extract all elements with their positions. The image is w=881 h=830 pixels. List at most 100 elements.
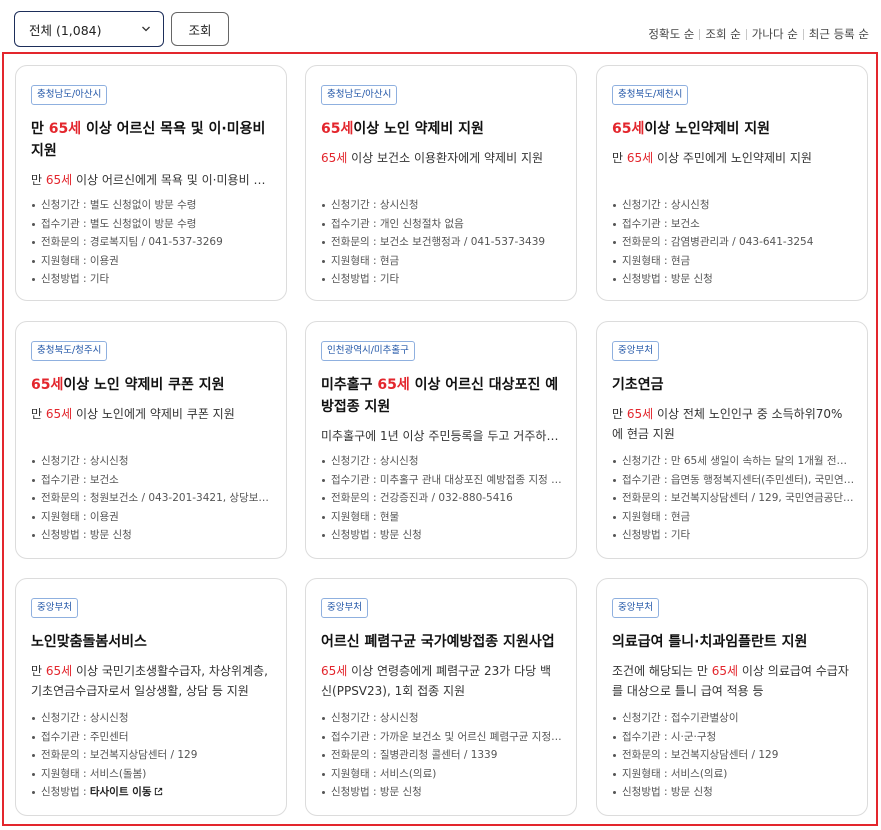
title-text: 이상 노인 약제비 쿠폰 지원 — [63, 377, 225, 393]
detail-label: 신청방법 — [41, 786, 80, 798]
detail-separator: : — [369, 767, 380, 780]
card-detail-list: 신청기간 : 별도 신청없이 방문 수령 접수기관 : 별도 신청없이 방문 수령… — [31, 196, 274, 289]
title-text: 이상 노인 약제비 지원 — [353, 121, 484, 137]
search-button[interactable]: 조회 — [171, 12, 229, 46]
detail-label: 접수기관 — [331, 730, 370, 743]
detail-value: 서비스(의료) — [379, 767, 437, 780]
detail-value: 현금 — [379, 254, 400, 267]
sort-divider — [802, 28, 804, 40]
card-detail-item: 전화문의 : 청원보건소 / 043-201-3421, 상당보건소 / 043… — [31, 489, 274, 508]
card-detail-item: 신청기간 : 상시신청 — [321, 709, 564, 728]
detail-value: 보건복지상담센터 / 129 — [670, 749, 779, 761]
title-text: 어르신 폐렴구균 국가예방접종 지원사업 — [321, 634, 555, 650]
age-highlight: 65세 — [48, 121, 82, 137]
desc-text: 이상 연령층에게 폐렴구균 23가 다당 백신(PPSV23), 1회 접종 지… — [321, 664, 552, 698]
detail-separator: : — [79, 473, 90, 486]
detail-separator: : — [369, 510, 380, 523]
benefit-card[interactable]: 충청남도/아산시 만 65세 이상 어르신 목욕 및 이·미용비 지원 만 65세 … — [15, 65, 287, 301]
card-detail-list: 신청기간 : 상시신청접수기관 : 가까운 보건소 및 어르신 폐렴구균 지정의… — [321, 709, 564, 802]
detail-value: 읍면동 행정복지센터(주민센터), 국민연금공단 — [670, 473, 855, 486]
card-detail-item: 지원형태 : 서비스(의료) — [321, 765, 564, 784]
age-highlight: 65세 — [45, 664, 73, 678]
card-detail-item: 접수기관 : 미추홀구 관내 대상포진 예방접종 지정 의료기관 — [321, 471, 564, 490]
detail-label: 지원형태 — [331, 510, 370, 523]
detail-separator: : — [369, 455, 380, 467]
detail-separator: : — [660, 749, 671, 761]
detail-separator: : — [660, 730, 671, 743]
card-detail-item: 신청기간 : 접수기관별상이 — [612, 709, 855, 728]
region-badge: 충청남도/아산시 — [31, 85, 108, 105]
category-select[interactable]: 전체 (1,084) — [14, 11, 164, 47]
sort-views[interactable]: 조회 순 — [705, 26, 740, 42]
detail-label: 신청기간 — [622, 199, 661, 211]
detail-separator: : — [369, 199, 380, 211]
card-detail-list: 신청기간 : 접수기관별상이 접수기관 : 시·군·구청 전화문의 : 보건복지상담… — [612, 709, 855, 802]
external-site-link[interactable]: 타사이트 이동 — [90, 786, 152, 798]
detail-value: 보건소 보건행정과 / 041-537-3439 — [379, 236, 546, 248]
benefit-card[interactable]: 중앙부처 노인맞춤돌봄서비스 만 65세 이상 국민기초생활수급자, 차상위계층, … — [15, 578, 287, 816]
detail-separator: : — [369, 273, 380, 285]
detail-separator: : — [79, 749, 90, 761]
benefit-card[interactable]: 중앙부처 어르신 폐렴구균 국가예방접종 지원사업 65세 이상 연령층에게 폐렴구… — [305, 578, 577, 816]
card-detail-item: 신청기간 : 상시신청 — [321, 196, 564, 215]
detail-label: 접수기관 — [331, 473, 370, 486]
card-detail-item: 전화문의 : 보건복지상담센터 / 129 — [612, 746, 855, 765]
detail-value: 방문 신청 — [379, 786, 422, 798]
detail-label: 지원형태 — [331, 254, 370, 267]
detail-label: 신청방법 — [331, 529, 370, 541]
detail-value: 상시신청 — [89, 712, 129, 724]
detail-value: 현물 — [379, 510, 400, 523]
card-title: 65세이상 노인 약제비 지원 — [321, 118, 561, 140]
detail-value: 보건복지상담센터 / 129 — [89, 749, 198, 761]
detail-label: 신청방법 — [622, 273, 661, 285]
sort-alphabetical[interactable]: 가나다 순 — [752, 26, 798, 42]
detail-label: 신청기간 — [41, 455, 80, 467]
card-detail-list: 신청기간 : 상시신청 접수기관 : 미추홀구 관내 대상포진 예방접종 지정 의… — [321, 452, 564, 545]
card-detail-item: 지원형태 : 현금 — [612, 508, 855, 527]
card-title: 65세이상 노인약제비 지원 — [612, 118, 852, 140]
detail-separator: : — [660, 236, 671, 248]
sort-recent[interactable]: 최근 등록 순 — [809, 26, 869, 42]
benefit-card[interactable]: 충청북도/제천시 65세이상 노인약제비 지원 만 65세 이상 주민에게 노인약제… — [596, 65, 868, 301]
card-detail-item: 신청방법 : 기타 — [612, 526, 855, 545]
detail-label: 지원형태 — [622, 767, 661, 780]
sort-options: 정확도 순 조회 순 가나다 순 최근 등록 순 — [648, 26, 869, 42]
detail-separator: : — [660, 510, 671, 523]
region-badge: 인천광역시/미추홀구 — [321, 341, 415, 361]
benefit-card[interactable]: 충청남도/아산시 65세이상 노인 약제비 지원 65세 이상 보건소 이용환자에게… — [305, 65, 577, 301]
age-highlight: 65세 — [626, 151, 654, 165]
card-detail-item: 지원형태 : 이용권 — [31, 508, 274, 527]
card-title: 기초연금 — [612, 374, 852, 396]
filter-bar: 전체 (1,084) 조회 정확도 순 조회 순 가나다 순 최근 등록 순 — [14, 11, 869, 47]
desc-text: 조건에 해당되는 만 — [612, 664, 712, 678]
desc-text: 이상 노인에게 약제비 쿠폰 지원 — [72, 407, 235, 421]
benefit-card[interactable]: 충청북도/청주시 65세이상 노인 약제비 쿠폰 지원 만 65세 이상 노인에게 … — [15, 321, 287, 559]
external-link-icon[interactable] — [154, 787, 163, 796]
benefit-card[interactable]: 중앙부처 기초연금 만 65세 이상 전체 노인인구 중 소득하위70%에 현금 지… — [596, 321, 868, 559]
detail-label: 전화문의 — [622, 749, 661, 761]
card-detail-list: 신청기간 : 상시신청 접수기관 : 보건소 전화문의 : 감염병관리과 / 043… — [612, 196, 855, 289]
detail-separator: : — [369, 492, 380, 504]
detail-label: 접수기관 — [331, 217, 370, 230]
detail-label: 지원형태 — [41, 510, 80, 523]
desc-text: 이상 어르신에게 목욕 및 이·미용비 지원 — [72, 173, 271, 187]
benefit-card[interactable]: 중앙부처 의료급여 틀니·치과임플란트 지원 조건에 해당되는 만 65세 이상 의… — [596, 578, 868, 816]
card-detail-item: 지원형태 : 현물 — [321, 508, 564, 527]
detail-value: 보건소 — [89, 473, 119, 486]
card-detail-item: 전화문의 : 보건복지상담센터 / 129, 국민연금공단 / 1355 — [612, 489, 855, 508]
detail-label: 접수기관 — [41, 730, 80, 743]
sort-accuracy[interactable]: 정확도 순 — [648, 26, 694, 42]
card-title: 미추홀구 65세 이상 어르신 대상포진 예방접종 지원 — [321, 374, 561, 418]
detail-separator: : — [369, 749, 380, 761]
detail-value: 현금 — [670, 510, 691, 523]
card-detail-item: 지원형태 : 현금 — [612, 252, 855, 271]
detail-value: 가까운 보건소 및 어르신 폐렴구균 지정의료기관 — [379, 730, 564, 743]
detail-value: 시·군·구청 — [670, 730, 717, 743]
detail-separator: : — [79, 217, 90, 230]
detail-label: 접수기관 — [41, 217, 80, 230]
benefit-card[interactable]: 인천광역시/미추홀구미추홀구 65세 이상 어르신 대상포진 예방접종 지원미추… — [305, 321, 577, 559]
detail-label: 지원형태 — [41, 767, 80, 780]
detail-separator: : — [660, 217, 671, 230]
desc-text: 이상 보건소 이용환자에게 약제비 지원 — [347, 151, 544, 165]
desc-text: 미추홀구에 1년 이상 주민등록을 두고 거주하는 어르신에게 지원 — [321, 429, 561, 443]
